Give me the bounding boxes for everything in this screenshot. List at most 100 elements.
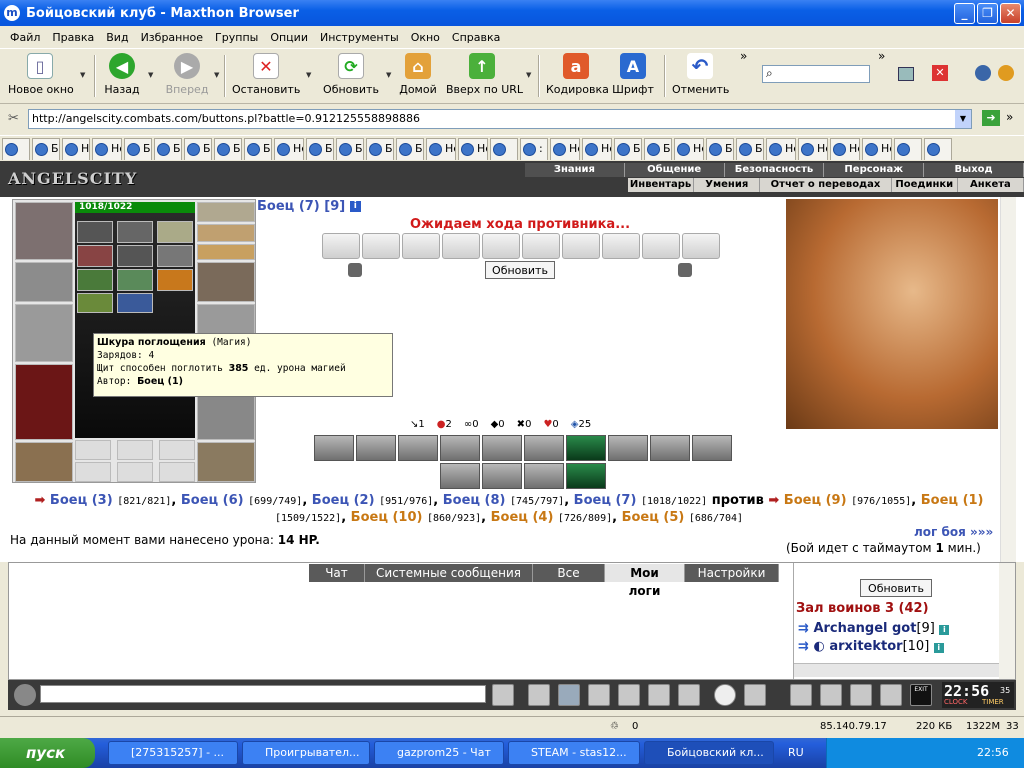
browser-tab[interactable]: Не... [674,138,704,160]
browser-tab[interactable]: Б. [736,138,764,160]
stop-button[interactable]: ✕ Остановить [232,53,300,96]
nav-inventory[interactable]: Инвентарь [628,178,695,192]
chat-message-input[interactable] [40,685,486,703]
task-button-active[interactable]: Бойцовский кл... [644,741,774,765]
nav-communication[interactable]: Общение [625,163,725,177]
browser-tab[interactable]: Б. [306,138,334,160]
timer-label[interactable]: TIMER [982,698,1004,706]
nav-fights[interactable]: Поединки [892,178,958,192]
toolbar-overflow-icon-2[interactable]: » [878,49,885,63]
address-overflow-icon[interactable]: » [1006,110,1013,124]
info-icon[interactable]: i [349,201,361,212]
horizontal-scrollbar[interactable] [794,663,1000,677]
tab-my-logs[interactable]: Мои логи [605,564,685,598]
menu-file[interactable]: Файл [4,31,46,44]
browser-tab[interactable]: Не... [582,138,612,160]
browser-tab[interactable]: Б. [614,138,642,160]
firefox-icon[interactable] [998,65,1014,81]
player-row[interactable]: ⇉ ◐ arxitektor[10] i [798,639,944,654]
fighter-name[interactable]: Боец (7) [574,493,637,508]
translit-icon[interactable] [648,684,670,706]
language-indicator[interactable]: RU [788,746,804,759]
fighter-name[interactable]: Боец (2) [312,493,375,508]
browser-tab[interactable]: Б. [366,138,394,160]
scroll-slot[interactable] [77,245,113,267]
effect-icon[interactable] [566,435,606,461]
effect-icon[interactable] [650,435,690,461]
empty-rune-slot[interactable] [75,440,111,460]
scroll-slot[interactable] [117,245,153,267]
effect-icon[interactable] [314,435,354,461]
effect-icon[interactable] [482,435,522,461]
up-url-dropdown-icon[interactable]: ▼ [526,71,531,79]
room-scrollbar[interactable] [999,563,1015,679]
drink-icon[interactable] [820,684,842,706]
close-window-button[interactable]: ✕ [1000,3,1021,24]
refresh-battle-button[interactable]: Обновить [485,261,555,279]
browser-tab[interactable] [924,138,952,160]
smiley-icon[interactable] [714,684,736,706]
empty-rune-slot[interactable] [159,462,195,482]
save-icon[interactable] [588,684,610,706]
clock-label[interactable]: CLOCK [944,698,968,706]
window-title-bar[interactable]: m Бойцовский клуб - Maxthon Browser _ ❐ … [0,0,1024,26]
up-url-button[interactable]: ↑ Вверх по URL [446,53,523,96]
fighter-name[interactable]: Боец (8) [443,493,506,508]
status-icon[interactable]: 0 [632,721,638,732]
start-button[interactable]: пуск [0,738,95,768]
minimize-button[interactable]: _ [954,3,975,24]
browser-tab[interactable]: Б. [706,138,734,160]
player-name[interactable]: Archangel got [813,621,916,636]
tab-chat[interactable]: Чат [309,564,365,582]
task-button[interactable]: Проигрывател... [242,741,370,765]
filter-icon[interactable] [558,684,580,706]
menu-favorites[interactable]: Избранное [135,31,209,44]
boots-slot[interactable] [197,442,255,482]
effect-icon[interactable] [440,435,480,461]
browser-tab[interactable]: Б. [244,138,272,160]
player-name[interactable]: arxitektor [829,639,902,654]
player-row[interactable]: ⇉ Archangel got[9] i [798,621,950,636]
new-window-dropdown-icon[interactable]: ▼ [80,71,85,79]
fighter-name[interactable]: Боец (4) [491,510,554,525]
hands-icon[interactable] [850,684,872,706]
battle-log-link[interactable]: лог боя »»» [914,525,993,539]
exit-icon[interactable]: EXIT [910,684,932,706]
nav-transfers[interactable]: Отчет о переводах [760,178,892,192]
menu-window[interactable]: Окно [405,31,446,44]
nav-profile[interactable]: Анкета [958,178,1024,192]
browser-tab[interactable] [894,138,922,160]
browser-tab[interactable]: Б. [154,138,182,160]
info-icon[interactable]: i [939,625,950,635]
weapon-slot[interactable] [15,304,73,362]
belt-slot[interactable] [15,442,73,482]
url-dropdown-icon[interactable]: ▼ [955,110,971,128]
browser-tab[interactable]: Б. [32,138,60,160]
effect-icon[interactable] [692,435,732,461]
effect-icon[interactable] [524,463,564,489]
new-window-button[interactable]: ▯ Новое окно [8,53,74,96]
menu-help[interactable]: Справка [446,31,506,44]
eraser-icon[interactable] [528,684,550,706]
menu-edit[interactable]: Правка [46,31,100,44]
fighter-name[interactable]: Боец (3) [50,493,113,508]
back-button[interactable]: ◀ Назад [102,53,142,96]
font-button[interactable]: A Шрифт [612,53,654,96]
nav-skills[interactable]: Умения [694,178,761,192]
status-icon[interactable]: ♲ [610,721,619,732]
forward-dropdown-icon[interactable]: ▼ [214,71,219,79]
scroll-slot[interactable] [157,245,193,267]
armor-slot[interactable] [15,364,73,440]
go-icon[interactable]: ➜ [982,110,1000,126]
nav-character[interactable]: Персонаж [824,163,925,177]
scroll-slot[interactable] [117,221,153,243]
browser-tab[interactable]: Не... [426,138,456,160]
opponent-label[interactable]: Боец (7) [9] i [257,199,361,214]
browser-tab[interactable]: Не... [550,138,580,160]
empty-rune-slot[interactable] [117,462,153,482]
fighter-name[interactable]: Боец (10) [351,510,423,525]
earrings-slot[interactable] [197,202,255,222]
task-button[interactable]: gazprom25 - Чат [374,741,504,765]
private-arrow-icon[interactable]: ⇉ [798,621,809,636]
task-button[interactable]: STEAM - stas12... [508,741,640,765]
